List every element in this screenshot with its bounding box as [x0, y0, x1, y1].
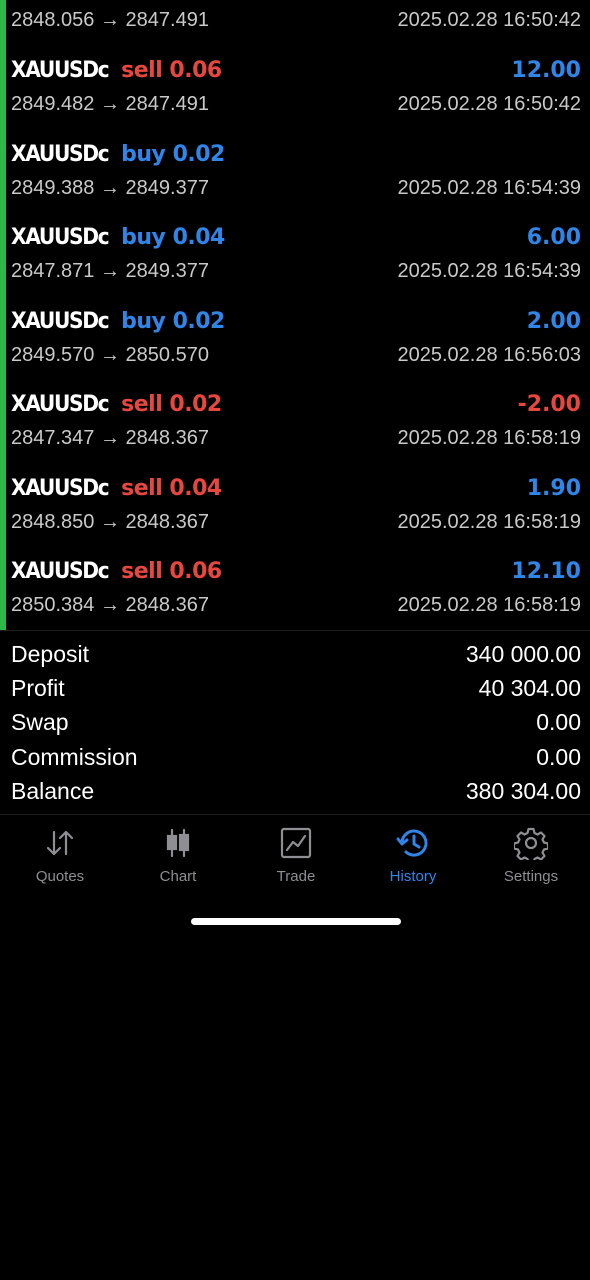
deal-side: buy 0.02 [121, 308, 225, 334]
deal-prices: 2850.384 → 2848.367 [11, 594, 209, 616]
deal-time: 2025.02.28 16:50:42 [397, 93, 581, 115]
deal-symbol: XAUUSDc [11, 225, 110, 250]
deal-row[interactable]: XAUUSDc sell 0.02 -2.00 2847.347 → 2848.… [11, 384, 581, 468]
deal-history-list[interactable]: 2848.056 → 2847.491 2025.02.28 16:50:42 … [0, 0, 590, 631]
deal-symbol: XAUUSDc [11, 308, 110, 334]
deal-row[interactable]: XAUUSDc sell 0.04 1.90 2848.850 → 2848.3… [11, 468, 581, 552]
deal-row[interactable]: 2848.056 → 2847.491 2025.02.28 16:50:42 [11, 0, 581, 50]
list-divider [0, 630, 590, 631]
deal-prices: 2849.388 → 2849.377 [11, 176, 209, 199]
deal-row[interactable]: XAUUSDc buy 0.02 2849.388 → 2849.377 202… [11, 134, 581, 218]
deal-prices: 2848.850 → 2848.367 [11, 510, 209, 533]
deal-symbol: XAUUSDc [11, 475, 110, 501]
tab-quotes[interactable]: Quotes [1, 826, 119, 892]
deal-profit: -2.00 [517, 392, 581, 417]
deal-time: 2025.02.28 16:54:39 [397, 176, 581, 199]
deal-prices: 2849.482 → 2847.491 [11, 93, 209, 115]
deal-symbol: XAUUSDc [11, 141, 110, 167]
deal-side: sell 0.04 [121, 475, 222, 501]
deal-profit: 1.90 [526, 475, 581, 501]
deal-row[interactable]: XAUUSDc buy 0.04 6.00 2847.871 → 2849.37… [11, 217, 581, 301]
tab-chart[interactable]: Chart [119, 826, 237, 892]
deal-side: buy 0.04 [121, 225, 225, 250]
tabbar-divider [0, 814, 590, 815]
summary-deposit: Deposit 340 000.00 [11, 641, 581, 667]
deal-prices: 2847.871 → 2849.377 [11, 260, 209, 282]
deal-row[interactable]: XAUUSDc sell 0.06 12.10 2850.384 → 2848.… [11, 551, 581, 631]
deal-row[interactable]: XAUUSDc buy 0.02 2.00 2849.570 → 2850.57… [11, 301, 581, 385]
deal-row[interactable]: XAUUSDc sell 0.06 12.00 2849.482 → 2847.… [11, 50, 581, 134]
tab-history[interactable]: History [354, 826, 472, 892]
settings-icon [472, 826, 590, 860]
tab-bar: Quotes Chart Trade History Settings [0, 816, 590, 896]
summary-swap: Swap 0.00 [11, 709, 581, 736]
chart-icon [119, 826, 237, 860]
deal-symbol: XAUUSDc [11, 58, 110, 83]
deal-symbol: XAUUSDc [11, 559, 110, 584]
summary-profit: Profit 40 304.00 [11, 675, 581, 702]
tab-settings[interactable]: Settings [472, 826, 590, 892]
deal-side: buy 0.02 [121, 141, 225, 167]
deal-prices: 2847.347 → 2848.367 [11, 427, 209, 449]
deal-symbol: XAUUSDc [11, 392, 110, 417]
deal-time: 2025.02.28 16:58:19 [397, 594, 581, 616]
deal-time: 2025.02.28 16:58:19 [397, 510, 581, 533]
deal-side: sell 0.06 [121, 559, 222, 584]
summary-balance: Balance 380 304.00 [11, 777, 581, 804]
deal-time: 2025.02.28 16:50:42 [397, 9, 581, 31]
deal-profit: 2.00 [526, 308, 581, 334]
deal-time: 2025.02.28 16:58:19 [397, 427, 581, 449]
deal-side: sell 0.02 [121, 392, 222, 417]
trade-icon [237, 826, 355, 860]
summary-commission: Commission 0.00 [11, 743, 581, 770]
deal-profit: 6.00 [526, 225, 581, 250]
deal-profit: 12.00 [511, 58, 581, 83]
deal-prices: 2849.570 → 2850.570 [11, 343, 209, 366]
account-summary: Deposit 340 000.00 Profit 40 304.00 Swap… [11, 637, 581, 808]
history-icon [354, 826, 472, 860]
deal-time: 2025.02.28 16:56:03 [397, 343, 581, 366]
quotes-icon [1, 826, 119, 860]
deal-profit: 12.10 [511, 559, 581, 584]
tab-trade[interactable]: Trade [237, 826, 355, 892]
deal-side: sell 0.06 [121, 58, 222, 83]
deal-prices: 2848.056 → 2847.491 [11, 9, 209, 31]
deal-time: 2025.02.28 16:54:39 [397, 260, 581, 282]
home-indicator [191, 918, 401, 925]
accent-bar [0, 0, 6, 631]
